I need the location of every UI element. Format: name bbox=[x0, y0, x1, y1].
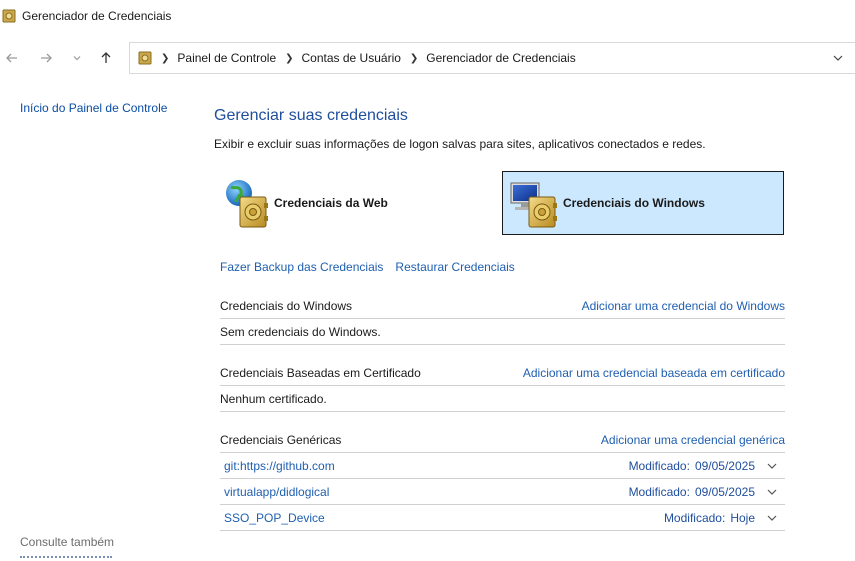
page-title: Gerenciar suas credenciais bbox=[214, 107, 408, 124]
breadcrumb-control-panel[interactable]: Painel de Controle bbox=[177, 51, 276, 65]
credential-modified: Modificado: 09/05/2025 bbox=[629, 485, 755, 499]
expand-chevron-icon[interactable] bbox=[765, 459, 779, 473]
section-header: Credenciais Baseadas em Certificado Adic… bbox=[220, 360, 785, 386]
arrow-left-icon bbox=[6, 53, 17, 63]
windows-credentials-tile[interactable]: Credenciais do Windows bbox=[502, 171, 784, 235]
chevron-down-icon bbox=[833, 55, 843, 61]
add-generic-credential-link[interactable]: Adicionar uma credencial genérica bbox=[601, 433, 785, 447]
windows-credentials-label: Credenciais do Windows bbox=[563, 196, 705, 210]
see-also-heading: Consulte também bbox=[20, 535, 115, 549]
breadcrumb-credential-manager[interactable]: Gerenciador de Credenciais bbox=[426, 51, 575, 65]
breadcrumb-separator-icon: ❯ bbox=[161, 52, 170, 64]
credential-row[interactable]: SSO_POP_Device Modificado: Hoje bbox=[220, 505, 785, 531]
control-panel-home-link[interactable]: Início do Painel de Controle bbox=[20, 101, 167, 115]
credential-row[interactable]: virtualapp/didlogical Modificado: 09/05/2… bbox=[220, 479, 785, 505]
breadcrumb-separator-icon: ❯ bbox=[409, 52, 419, 64]
forward-button[interactable] bbox=[36, 48, 56, 68]
generic-credentials-section: Credenciais Genéricas Adicionar uma cred… bbox=[220, 427, 785, 531]
up-button[interactable] bbox=[96, 48, 116, 68]
control-panel-icon bbox=[138, 51, 152, 65]
chevron-down-icon bbox=[73, 56, 81, 61]
add-certificate-credential-link[interactable]: Adicionar uma credencial baseada em cert… bbox=[523, 366, 785, 380]
breadcrumb-user-accounts[interactable]: Contas de Usuário bbox=[302, 51, 401, 65]
windows-credentials-icon bbox=[509, 175, 565, 231]
credential-modified: Modificado: Hoje bbox=[664, 511, 755, 525]
section-header: Credenciais do Windows Adicionar uma cre… bbox=[220, 293, 785, 319]
window-title: Gerenciador de Credenciais bbox=[22, 9, 172, 23]
breadcrumb-separator-icon: ❯ bbox=[285, 52, 294, 64]
navigation-bar: ❯ Painel de Controle ❯ Contas de Usuário… bbox=[0, 40, 855, 76]
modified-date: 09/05/2025 bbox=[694, 458, 755, 473]
empty-message: Sem credenciais do Windows. bbox=[220, 319, 785, 345]
expand-chevron-icon[interactable] bbox=[765, 485, 779, 499]
title-bar: Gerenciador de Credenciais bbox=[0, 0, 855, 32]
see-also-link[interactable] bbox=[20, 556, 120, 561]
section-title: Credenciais do Windows bbox=[220, 298, 353, 313]
modified-label: Modificado: bbox=[663, 510, 726, 525]
address-dropdown-button[interactable] bbox=[831, 51, 845, 65]
credential-name: git:https://github.com bbox=[224, 458, 335, 473]
recent-locations-button[interactable] bbox=[67, 48, 87, 68]
section-title: Credenciais Baseadas em Certificado bbox=[220, 365, 421, 380]
arrow-up-icon bbox=[101, 52, 111, 63]
credential-name: virtualapp/didlogical bbox=[224, 484, 330, 499]
web-credentials-tile[interactable]: Credenciais da Web bbox=[220, 171, 490, 235]
address-bar[interactable]: ❯ Painel de Controle ❯ Contas de Usuário… bbox=[129, 42, 855, 74]
modified-label: Modificado: bbox=[628, 458, 690, 473]
certificate-credentials-section: Credenciais Baseadas em Certificado Adic… bbox=[220, 360, 785, 412]
credential-modified: Modificado: 09/05/2025 bbox=[629, 459, 755, 473]
modified-label: Modificado: bbox=[628, 484, 690, 499]
page-description: Exibir e excluir suas informações de log… bbox=[214, 137, 706, 151]
section-header: Credenciais Genéricas Adicionar uma cred… bbox=[220, 427, 785, 453]
backup-credentials-link[interactable]: Fazer Backup das Credenciais bbox=[220, 260, 383, 274]
modified-date: 09/05/2025 bbox=[694, 484, 755, 499]
back-button[interactable] bbox=[2, 48, 22, 68]
web-credentials-label: Credenciais da Web bbox=[274, 196, 388, 210]
credential-manager-icon bbox=[2, 9, 16, 23]
arrow-right-icon bbox=[41, 53, 52, 63]
credential-name: SSO_POP_Device bbox=[224, 510, 325, 525]
empty-message: Nenhum certificado. bbox=[220, 386, 785, 412]
windows-credentials-section: Credenciais do Windows Adicionar uma cre… bbox=[220, 293, 785, 345]
backup-restore-links: Fazer Backup das Credenciais Restaurar C… bbox=[220, 260, 515, 274]
expand-chevron-icon[interactable] bbox=[765, 511, 779, 525]
add-windows-credential-link[interactable]: Adicionar uma credencial do Windows bbox=[582, 299, 785, 313]
section-title: Credenciais Genéricas bbox=[220, 432, 342, 447]
restore-credentials-link[interactable]: Restaurar Credenciais bbox=[395, 260, 514, 274]
credential-row[interactable]: git:https://github.com Modificado: 09/05/… bbox=[220, 453, 785, 479]
modified-date: Hoje bbox=[730, 510, 755, 525]
web-credentials-icon bbox=[220, 175, 276, 231]
